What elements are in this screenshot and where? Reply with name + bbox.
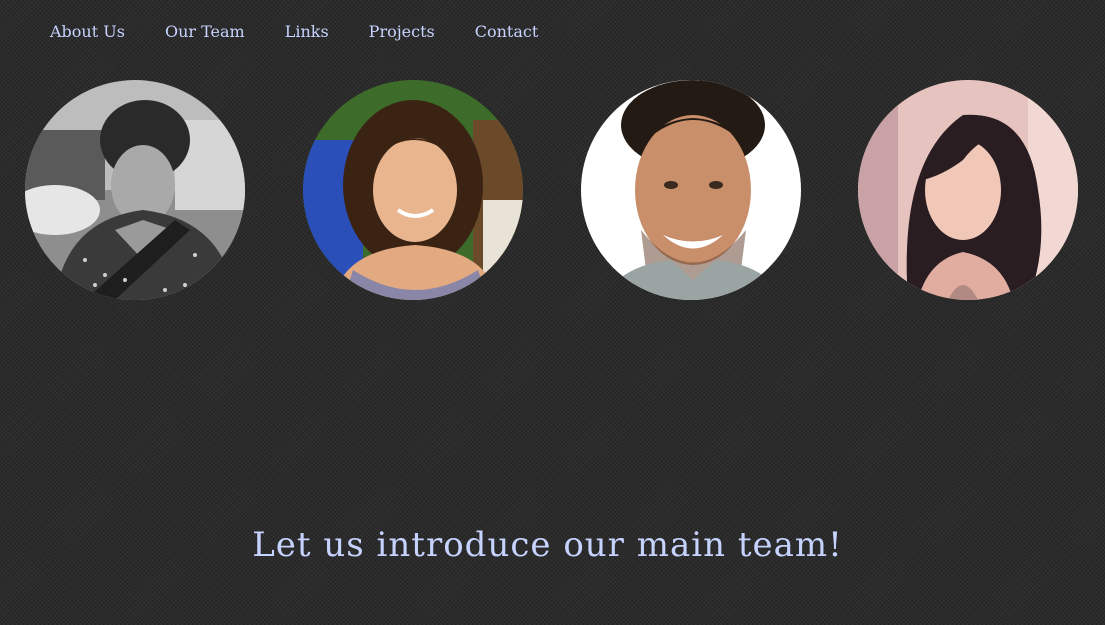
- team-member-photo-3: [581, 80, 801, 300]
- team-intro-heading: Let us introduce our main team!: [252, 525, 843, 565]
- team-member-photo-2: [303, 80, 523, 300]
- team-member-2-portrait: [303, 80, 523, 300]
- nav-link-projects[interactable]: Projects: [369, 20, 435, 44]
- main-navigation: About Us Our Team Links Projects Contact: [50, 20, 578, 44]
- team-member-photo-1: [25, 80, 245, 300]
- team-member-photo-4: [858, 80, 1078, 300]
- team-member-4-portrait: [858, 80, 1078, 300]
- nav-link-links[interactable]: Links: [285, 20, 329, 44]
- team-member-1-portrait: [25, 80, 245, 300]
- team-member-3-portrait: [581, 80, 801, 300]
- nav-link-our-team[interactable]: Our Team: [165, 20, 245, 44]
- nav-link-about-us[interactable]: About Us: [50, 20, 125, 44]
- nav-link-contact[interactable]: Contact: [475, 20, 539, 44]
